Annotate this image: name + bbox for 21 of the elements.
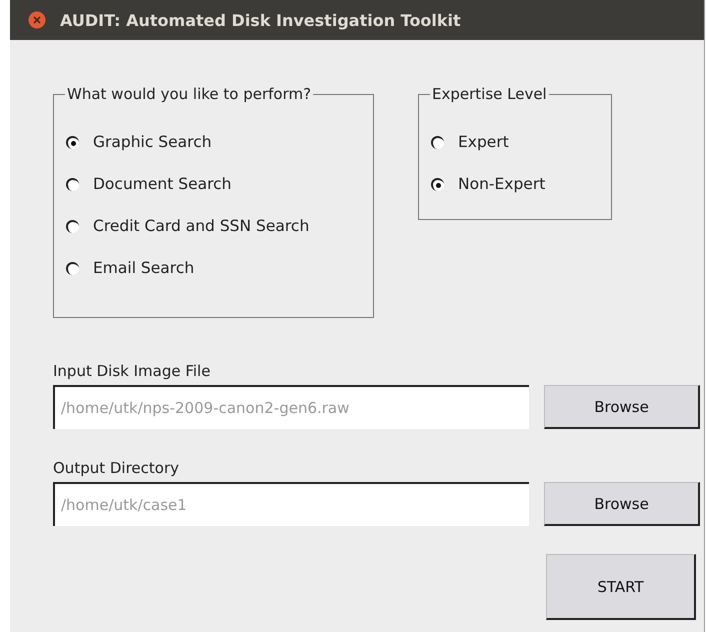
window-title: AUDIT: Automated Disk Investigation Toolkit [60,10,461,30]
group-title: Expertise Level [431,85,548,103]
group-title: What would you like to perform? [66,85,312,103]
field-label: Output Directory [53,459,180,479]
radio-indicator[interactable] [431,178,444,190]
browse-button[interactable]: Browse [544,482,700,526]
browse-button[interactable]: Browse [544,385,700,429]
close-icon[interactable] [28,11,46,29]
radio-button[interactable]: Document Search [66,163,232,205]
radio-indicator[interactable] [431,136,444,148]
radio-indicator[interactable] [66,220,79,232]
radio-button[interactable]: Email Search [66,247,194,289]
start-button[interactable]: START [546,554,696,620]
radio-button[interactable]: Expert [431,121,509,163]
radio-button[interactable]: Credit Card and SSN Search [66,205,310,247]
radio-button[interactable]: Non-Expert [431,163,546,205]
radio-indicator[interactable] [66,178,79,190]
radio-indicator[interactable] [66,262,79,274]
field-label: Input Disk Image File [53,362,212,382]
radio-button[interactable]: Graphic Search [66,121,212,163]
radio-indicator[interactable] [66,136,79,148]
